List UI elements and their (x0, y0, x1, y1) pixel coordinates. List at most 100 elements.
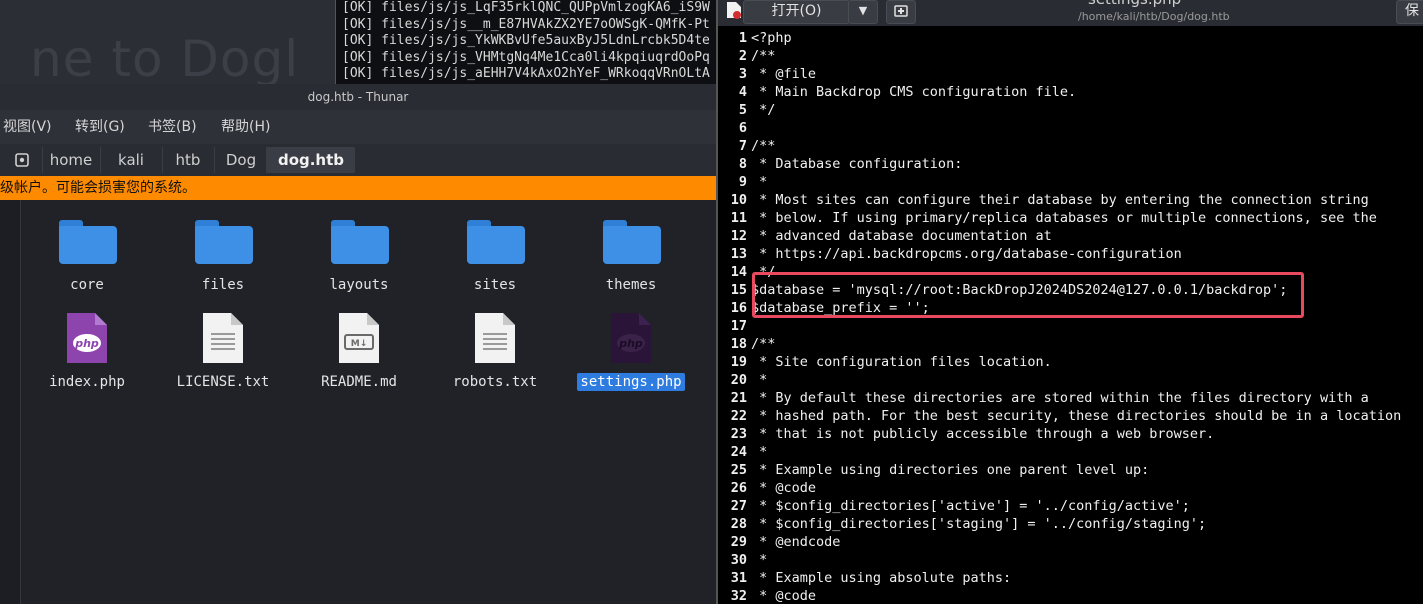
line-number: 20 (730, 372, 747, 388)
folder-layouts[interactable]: layouts (294, 220, 424, 300)
line-text: * @endcode (751, 534, 841, 550)
line-number: 2 (738, 48, 747, 64)
line-number: 24 (730, 444, 747, 460)
line-text: * (751, 552, 768, 568)
line-number: 15 (730, 282, 747, 298)
line-number: 25 (730, 462, 747, 478)
code-line: 20 * (718, 371, 1423, 389)
file-license-txt[interactable]: LICENSE.txt (158, 311, 288, 395)
line-number: 27 (730, 498, 747, 514)
menu-go[interactable]: 转到(G) (75, 110, 125, 144)
code-line: 19 * Site configuration files location. (718, 353, 1423, 371)
drive-icon (15, 153, 29, 167)
code-line: 21 * By default these directories are st… (718, 389, 1423, 407)
folder-sites[interactable]: sites (430, 220, 560, 300)
breadcrumb-dog-htb[interactable]: dog.htb (266, 147, 355, 173)
line-number: 23 (730, 426, 747, 442)
code-line: 13 * https://api.backdropcms.org/databas… (718, 245, 1423, 263)
line-number: 10 (730, 192, 747, 208)
line-text: * @file (751, 66, 817, 82)
line-number: 18 (730, 336, 747, 352)
line-text: * below. If using primary/replica databa… (751, 210, 1377, 226)
line-number: 12 (730, 228, 747, 244)
file-index-php[interactable]: php index.php (22, 311, 152, 395)
location-toggle-button[interactable] (8, 147, 36, 173)
line-number: 4 (738, 84, 747, 100)
file-readme-md[interactable]: M↓ README.md (294, 311, 424, 395)
save-button[interactable]: 保 (1396, 0, 1423, 24)
line-number: 17 (730, 318, 747, 334)
line-text: * Main Backdrop CMS configuration file. (751, 84, 1077, 100)
file-robots-txt[interactable]: robots.txt (430, 311, 560, 395)
code-line: 32 * @code (718, 587, 1423, 604)
code-line: 26 * @code (718, 479, 1423, 497)
terminal-line: [OK] files/js/js_aEHH7V4kAxO2hYeF_WRkoqq… (342, 66, 710, 81)
text-file-icon (203, 313, 243, 363)
editor-app-icon (727, 2, 741, 19)
line-number: 32 (730, 588, 747, 604)
file-label: index.php (49, 374, 125, 390)
file-badge: php (74, 337, 99, 350)
line-number: 29 (730, 534, 747, 550)
line-number: 19 (730, 354, 747, 370)
line-number: 16 (730, 300, 747, 316)
file-label: layouts (329, 277, 389, 293)
file-label: README.md (321, 374, 397, 390)
line-number: 7 (738, 138, 747, 154)
file-badge: M↓ (351, 339, 368, 349)
terminal-window: [OK] files/js/js_LqF35rklQNC_QUPpVmlzogK… (335, 0, 718, 84)
breadcrumb-dog[interactable]: Dog (214, 147, 267, 173)
menubar: 视图(V) 转到(G) 书签(B) 帮助(H) (0, 110, 716, 144)
code-line: 9 * (718, 173, 1423, 191)
new-document-button[interactable] (886, 0, 916, 24)
code-line: 31 * Example using absolute paths: (718, 569, 1423, 587)
code-line: 24 * (718, 443, 1423, 461)
code-line: 4 * Main Backdrop CMS configuration file… (718, 83, 1423, 101)
line-text: <?php (751, 30, 792, 46)
code-line: 12 * advanced database documentation at (718, 227, 1423, 245)
code-line: 6 (718, 119, 1423, 137)
line-text (747, 318, 751, 334)
code-line: 29 * @endcode (718, 533, 1423, 551)
menu-bookmarks[interactable]: 书签(B) (148, 110, 197, 144)
code-line: 10 * Most sites can configure their data… (718, 191, 1423, 209)
menu-help[interactable]: 帮助(H) (221, 110, 270, 144)
line-text: /** (751, 336, 776, 352)
breadcrumb-kali[interactable]: kali (100, 147, 161, 173)
folder-files[interactable]: files (158, 220, 288, 300)
line-number: 6 (738, 120, 747, 136)
code-line: 27 * $config_directories['active'] = '..… (718, 497, 1423, 515)
line-text: * (751, 372, 768, 388)
line-text: */ (751, 102, 776, 118)
open-file-button[interactable]: 打开(O) (743, 0, 850, 24)
terminal-line: [OK] files/js/js__m_E87HVAkZX2YE7oOWSgK-… (342, 16, 710, 32)
code-line: 18/** (718, 335, 1423, 353)
file-label: core (70, 277, 104, 293)
menu-view[interactable]: 视图(V) (3, 110, 52, 144)
code-line: 8 * Database configuration: (718, 155, 1423, 173)
terminal-line: [OK] files/js/js_LqF35rklQNC_QUPpVmlzogK… (342, 0, 710, 15)
code-line: 1 <?php (718, 29, 1423, 47)
line-text: * Example using directories one parent l… (751, 462, 1150, 478)
credentials-highlight-box (752, 272, 1304, 318)
path-bar: home kali htb Dog dog.htb (0, 144, 716, 176)
line-number: 9 (738, 174, 747, 190)
sidebar-edge (0, 200, 21, 604)
line-text: * @code (751, 588, 817, 604)
line-text: * Most sites can configure their databas… (751, 192, 1369, 208)
file-badge: php (618, 337, 643, 350)
folder-core[interactable]: core (22, 220, 152, 300)
breadcrumb-htb[interactable]: htb (162, 147, 213, 173)
code-line: 30 * (718, 551, 1423, 569)
code-line: 28 * $config_directories['staging'] = '.… (718, 515, 1423, 533)
breadcrumb-home[interactable]: home (42, 147, 99, 173)
folder-icon (195, 220, 253, 264)
code-line: 7/** (718, 137, 1423, 155)
line-number: 5 (738, 102, 747, 118)
file-settings-php[interactable]: php settings.php (566, 311, 696, 395)
line-text: * $config_directories['active'] = '../co… (751, 498, 1190, 514)
folder-themes[interactable]: themes (566, 220, 696, 300)
open-dropdown-button[interactable]: ▼ (848, 0, 878, 24)
desktop-background: ne to Dogl (0, 0, 335, 84)
line-number: 1 (738, 30, 747, 46)
